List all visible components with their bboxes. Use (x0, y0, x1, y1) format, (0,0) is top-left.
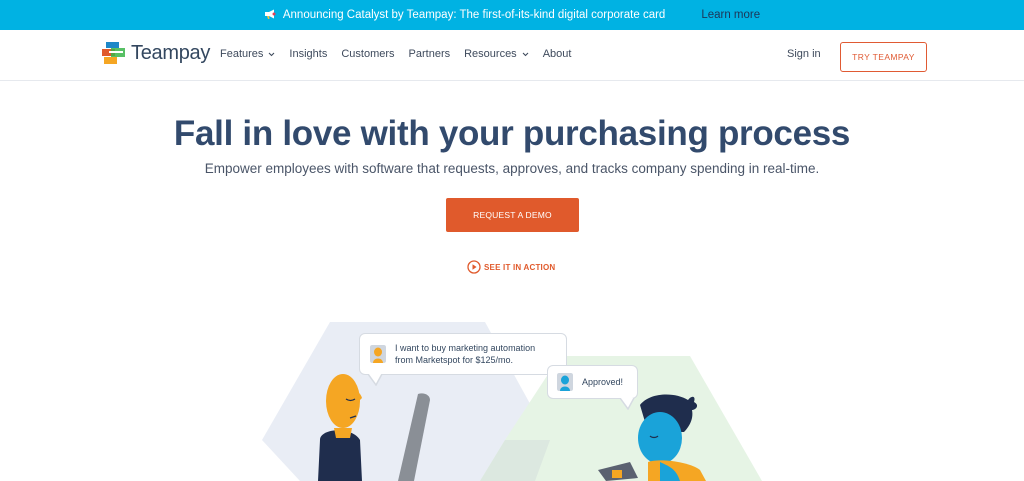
nav-item-label: Partners (408, 48, 451, 60)
nav-item-insights[interactable]: Insights (289, 48, 327, 60)
request-text: I want to buy marketing automation from … (395, 342, 535, 366)
bubble-tail-right (620, 397, 635, 410)
request-speech-bubble: I want to buy marketing automation from … (359, 333, 567, 375)
nav-item-label: About (542, 48, 572, 60)
brand-name: Teampay (131, 41, 211, 64)
nav-item-features[interactable]: Features (220, 48, 275, 60)
requester-avatar-icon (370, 345, 386, 363)
request-line-1: I want to buy marketing automation (395, 343, 536, 353)
request-line-2: from Marketspot for $125/mo. (395, 355, 514, 365)
sign-in-link[interactable]: Sign in (787, 48, 821, 60)
teampay-logo-icon (102, 42, 125, 64)
nav-item-label: Customers (341, 48, 395, 60)
chevron-down-icon (522, 52, 529, 56)
nav-item-about[interactable]: About (543, 48, 572, 60)
chevron-down-icon (269, 52, 275, 56)
learn-more-link[interactable]: Learn more (701, 9, 760, 21)
approved-text: Approved! (582, 377, 624, 387)
hero-headline: Fall in love with your purchasing proces… (173, 114, 851, 153)
nav-item-customers[interactable]: Customers (341, 48, 394, 60)
see-it-in-action-link[interactable]: SEE IT IN ACTION (467, 260, 555, 274)
try-teampay-button[interactable]: TRY TEAMPAY (840, 42, 927, 72)
bubble-tail-left (368, 373, 383, 386)
hero-subhead: Empower employees with software that req… (204, 161, 820, 176)
announcement-text: Announcing Catalyst by Teampay: The firs… (282, 9, 666, 21)
nav-item-label: Resources (464, 48, 517, 60)
megaphone-icon (264, 9, 276, 19)
hero-illustration (262, 322, 762, 481)
nav-item-resources[interactable]: Resources (464, 48, 529, 60)
announcement-bar[interactable]: Announcing Catalyst by Teampay: The firs… (0, 0, 1024, 30)
nav-item-partners[interactable]: Partners (409, 48, 451, 60)
approver-avatar-icon (557, 373, 573, 391)
nav-item-label: Insights (289, 48, 328, 60)
main-menu: Features Insights Customers Partners Res… (220, 48, 585, 60)
see-action-label: SEE IT IN ACTION (484, 262, 556, 272)
request-demo-button[interactable]: REQUEST A DEMO (446, 198, 579, 232)
brand-logo[interactable]: Teampay (101, 39, 210, 67)
top-nav: Teampay Features Insights Customers Part… (0, 30, 1024, 81)
approved-speech-bubble: Approved! (547, 365, 638, 399)
nav-item-label: Features (220, 48, 264, 60)
play-circle-icon (467, 260, 481, 274)
